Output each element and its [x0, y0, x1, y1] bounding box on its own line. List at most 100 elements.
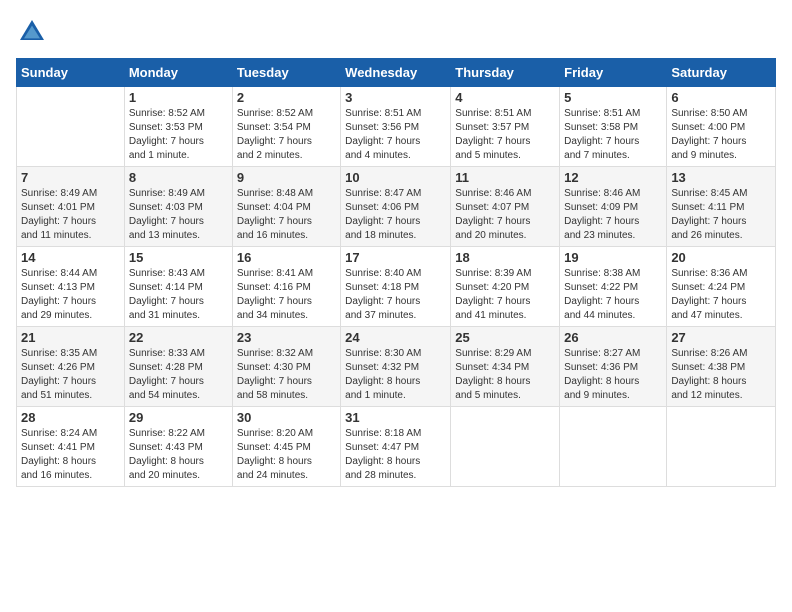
day-info: Sunrise: 8:43 AM Sunset: 4:14 PM Dayligh… [129, 267, 228, 323]
day-number: 21 [21, 330, 120, 345]
day-number: 8 [129, 170, 228, 185]
calendar-cell: 22 Sunrise: 8:33 AM Sunset: 4:28 PM Dayli… [124, 327, 232, 407]
day-number: 1 [129, 90, 228, 105]
day-number: 28 [21, 410, 120, 425]
calendar-cell [667, 407, 776, 487]
calendar-cell: 5 Sunrise: 8:51 AM Sunset: 3:58 PM Daylig… [560, 87, 667, 167]
logo [16, 16, 52, 48]
day-number: 15 [129, 250, 228, 265]
day-number: 20 [671, 250, 771, 265]
day-number: 13 [671, 170, 771, 185]
day-info: Sunrise: 8:49 AM Sunset: 4:03 PM Dayligh… [129, 187, 228, 243]
col-header-tuesday: Tuesday [232, 59, 340, 87]
calendar-cell: 7Sunrise: 8:49 AM Sunset: 4:01 PM Daylig… [17, 167, 125, 247]
day-number: 12 [564, 170, 662, 185]
day-number: 9 [237, 170, 336, 185]
day-number: 31 [345, 410, 446, 425]
day-info: Sunrise: 8:52 AM Sunset: 3:54 PM Dayligh… [237, 107, 336, 163]
day-info: Sunrise: 8:41 AM Sunset: 4:16 PM Dayligh… [237, 267, 336, 323]
day-number: 18 [455, 250, 555, 265]
col-header-monday: Monday [124, 59, 232, 87]
day-info: Sunrise: 8:22 AM Sunset: 4:43 PM Dayligh… [129, 427, 228, 483]
main-container: SundayMondayTuesdayWednesdayThursdayFrid… [0, 0, 792, 495]
day-number: 22 [129, 330, 228, 345]
day-info: Sunrise: 8:46 AM Sunset: 4:07 PM Dayligh… [455, 187, 555, 243]
col-header-friday: Friday [560, 59, 667, 87]
day-number: 14 [21, 250, 120, 265]
col-header-wednesday: Wednesday [341, 59, 451, 87]
day-info: Sunrise: 8:29 AM Sunset: 4:34 PM Dayligh… [455, 347, 555, 403]
day-number: 16 [237, 250, 336, 265]
day-number: 30 [237, 410, 336, 425]
day-info: Sunrise: 8:32 AM Sunset: 4:30 PM Dayligh… [237, 347, 336, 403]
day-info: Sunrise: 8:52 AM Sunset: 3:53 PM Dayligh… [129, 107, 228, 163]
calendar-cell: 13Sunrise: 8:45 AM Sunset: 4:11 PM Dayli… [667, 167, 776, 247]
day-info: Sunrise: 8:46 AM Sunset: 4:09 PM Dayligh… [564, 187, 662, 243]
calendar-cell: 21Sunrise: 8:35 AM Sunset: 4:26 PM Dayli… [17, 327, 125, 407]
day-info: Sunrise: 8:36 AM Sunset: 4:24 PM Dayligh… [671, 267, 771, 323]
calendar-cell: 26 Sunrise: 8:27 AM Sunset: 4:36 PM Dayli… [560, 327, 667, 407]
day-info: Sunrise: 8:26 AM Sunset: 4:38 PM Dayligh… [671, 347, 771, 403]
calendar-cell: 23 Sunrise: 8:32 AM Sunset: 4:30 PM Dayli… [232, 327, 340, 407]
week-row-1: 7Sunrise: 8:49 AM Sunset: 4:01 PM Daylig… [17, 167, 776, 247]
day-info: Sunrise: 8:44 AM Sunset: 4:13 PM Dayligh… [21, 267, 120, 323]
calendar-cell: 12 Sunrise: 8:46 AM Sunset: 4:09 PM Dayli… [560, 167, 667, 247]
week-row-0: 1 Sunrise: 8:52 AM Sunset: 3:53 PM Daylig… [17, 87, 776, 167]
calendar-cell [17, 87, 125, 167]
day-number: 6 [671, 90, 771, 105]
day-number: 5 [564, 90, 662, 105]
day-info: Sunrise: 8:40 AM Sunset: 4:18 PM Dayligh… [345, 267, 446, 323]
calendar-cell: 15 Sunrise: 8:43 AM Sunset: 4:14 PM Dayli… [124, 247, 232, 327]
logo-icon [16, 16, 48, 48]
calendar-cell: 17 Sunrise: 8:40 AM Sunset: 4:18 PM Dayli… [341, 247, 451, 327]
day-info: Sunrise: 8:18 AM Sunset: 4:47 PM Dayligh… [345, 427, 446, 483]
calendar-cell: 3Sunrise: 8:51 AM Sunset: 3:56 PM Daylig… [341, 87, 451, 167]
day-number: 11 [455, 170, 555, 185]
day-info: Sunrise: 8:20 AM Sunset: 4:45 PM Dayligh… [237, 427, 336, 483]
day-number: 23 [237, 330, 336, 345]
day-number: 27 [671, 330, 771, 345]
calendar-cell: 20 Sunrise: 8:36 AM Sunset: 4:24 PM Dayli… [667, 247, 776, 327]
calendar-cell: 2 Sunrise: 8:52 AM Sunset: 3:54 PM Daylig… [232, 87, 340, 167]
calendar-cell: 9Sunrise: 8:48 AM Sunset: 4:04 PM Daylig… [232, 167, 340, 247]
day-number: 7 [21, 170, 120, 185]
week-row-2: 14 Sunrise: 8:44 AM Sunset: 4:13 PM Dayli… [17, 247, 776, 327]
calendar-cell: 4 Sunrise: 8:51 AM Sunset: 3:57 PM Daylig… [451, 87, 560, 167]
calendar-cell: 1 Sunrise: 8:52 AM Sunset: 3:53 PM Daylig… [124, 87, 232, 167]
calendar-cell: 31 Sunrise: 8:18 AM Sunset: 4:47 PM Dayli… [341, 407, 451, 487]
day-number: 24 [345, 330, 446, 345]
header-row: SundayMondayTuesdayWednesdayThursdayFrid… [17, 59, 776, 87]
calendar-cell: 11 Sunrise: 8:46 AM Sunset: 4:07 PM Dayli… [451, 167, 560, 247]
day-number: 4 [455, 90, 555, 105]
day-info: Sunrise: 8:27 AM Sunset: 4:36 PM Dayligh… [564, 347, 662, 403]
calendar-cell: 28 Sunrise: 8:24 AM Sunset: 4:41 PM Dayli… [17, 407, 125, 487]
calendar-cell: 6Sunrise: 8:50 AM Sunset: 4:00 PM Daylig… [667, 87, 776, 167]
col-header-saturday: Saturday [667, 59, 776, 87]
day-info: Sunrise: 8:51 AM Sunset: 3:57 PM Dayligh… [455, 107, 555, 163]
week-row-3: 21Sunrise: 8:35 AM Sunset: 4:26 PM Dayli… [17, 327, 776, 407]
col-header-sunday: Sunday [17, 59, 125, 87]
calendar-cell [560, 407, 667, 487]
day-info: Sunrise: 8:30 AM Sunset: 4:32 PM Dayligh… [345, 347, 446, 403]
calendar-cell: 14 Sunrise: 8:44 AM Sunset: 4:13 PM Dayli… [17, 247, 125, 327]
day-info: Sunrise: 8:33 AM Sunset: 4:28 PM Dayligh… [129, 347, 228, 403]
day-number: 25 [455, 330, 555, 345]
day-info: Sunrise: 8:51 AM Sunset: 3:58 PM Dayligh… [564, 107, 662, 163]
day-number: 19 [564, 250, 662, 265]
day-number: 17 [345, 250, 446, 265]
calendar-cell: 30 Sunrise: 8:20 AM Sunset: 4:45 PM Dayli… [232, 407, 340, 487]
day-info: Sunrise: 8:39 AM Sunset: 4:20 PM Dayligh… [455, 267, 555, 323]
calendar-cell: 19 Sunrise: 8:38 AM Sunset: 4:22 PM Dayli… [560, 247, 667, 327]
day-number: 29 [129, 410, 228, 425]
day-number: 10 [345, 170, 446, 185]
day-info: Sunrise: 8:47 AM Sunset: 4:06 PM Dayligh… [345, 187, 446, 243]
calendar-cell: 25 Sunrise: 8:29 AM Sunset: 4:34 PM Dayli… [451, 327, 560, 407]
day-info: Sunrise: 8:24 AM Sunset: 4:41 PM Dayligh… [21, 427, 120, 483]
header [16, 16, 776, 48]
col-header-thursday: Thursday [451, 59, 560, 87]
calendar-cell [451, 407, 560, 487]
day-number: 26 [564, 330, 662, 345]
calendar-cell: 8 Sunrise: 8:49 AM Sunset: 4:03 PM Daylig… [124, 167, 232, 247]
day-info: Sunrise: 8:38 AM Sunset: 4:22 PM Dayligh… [564, 267, 662, 323]
day-number: 2 [237, 90, 336, 105]
